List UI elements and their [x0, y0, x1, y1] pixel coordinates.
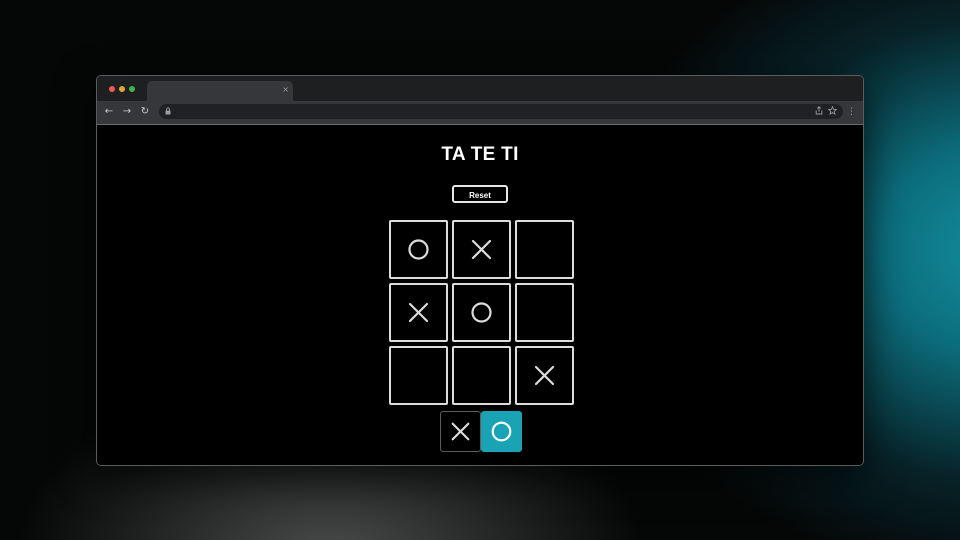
- o-mark-icon: [471, 302, 492, 323]
- choose-x-button[interactable]: [440, 411, 481, 452]
- back-arrow-icon[interactable]: ←: [103, 106, 115, 118]
- o-mark-icon: [408, 239, 429, 260]
- lock-icon: [165, 107, 171, 118]
- board-cell-1-1[interactable]: [452, 283, 511, 342]
- board-cell-0-2[interactable]: [515, 220, 574, 279]
- minimize-window-button[interactable]: [119, 86, 125, 92]
- close-window-button[interactable]: [109, 86, 115, 92]
- board-cell-1-0[interactable]: [389, 283, 448, 342]
- o-mark-icon: [491, 421, 512, 442]
- page-content: TA TE TI Reset: [97, 125, 863, 465]
- share-icon[interactable]: [815, 106, 823, 118]
- board-cell-0-0[interactable]: [389, 220, 448, 279]
- x-mark-icon: [451, 422, 470, 441]
- board-cell-2-2[interactable]: [515, 346, 574, 405]
- browser-tab[interactable]: ×: [147, 81, 293, 101]
- reload-icon[interactable]: ↻: [139, 106, 151, 118]
- browser-toolbar: ← → ↻ ⋮: [97, 101, 863, 125]
- forward-arrow-icon[interactable]: →: [121, 106, 133, 118]
- board-cell-0-1[interactable]: [452, 220, 511, 279]
- browser-titlebar: ×: [97, 76, 863, 101]
- browser-window: × ← → ↻ ⋮ TA TE TI Reset: [96, 75, 864, 466]
- choose-o-button[interactable]: [481, 411, 522, 452]
- tab-close-icon[interactable]: ×: [282, 85, 289, 95]
- maximize-window-button[interactable]: [129, 86, 135, 92]
- x-mark-icon: [534, 365, 555, 386]
- star-icon[interactable]: [827, 105, 838, 118]
- browser-menu-icon[interactable]: ⋮: [847, 105, 856, 119]
- address-bar[interactable]: [159, 104, 843, 119]
- x-mark-icon: [408, 302, 429, 323]
- board-cell-2-1[interactable]: [452, 346, 511, 405]
- reset-button[interactable]: Reset: [452, 185, 508, 203]
- game-title: TA TE TI: [441, 144, 519, 165]
- board-cell-1-2[interactable]: [515, 283, 574, 342]
- board-cell-2-0[interactable]: [389, 346, 448, 405]
- x-mark-icon: [471, 239, 492, 260]
